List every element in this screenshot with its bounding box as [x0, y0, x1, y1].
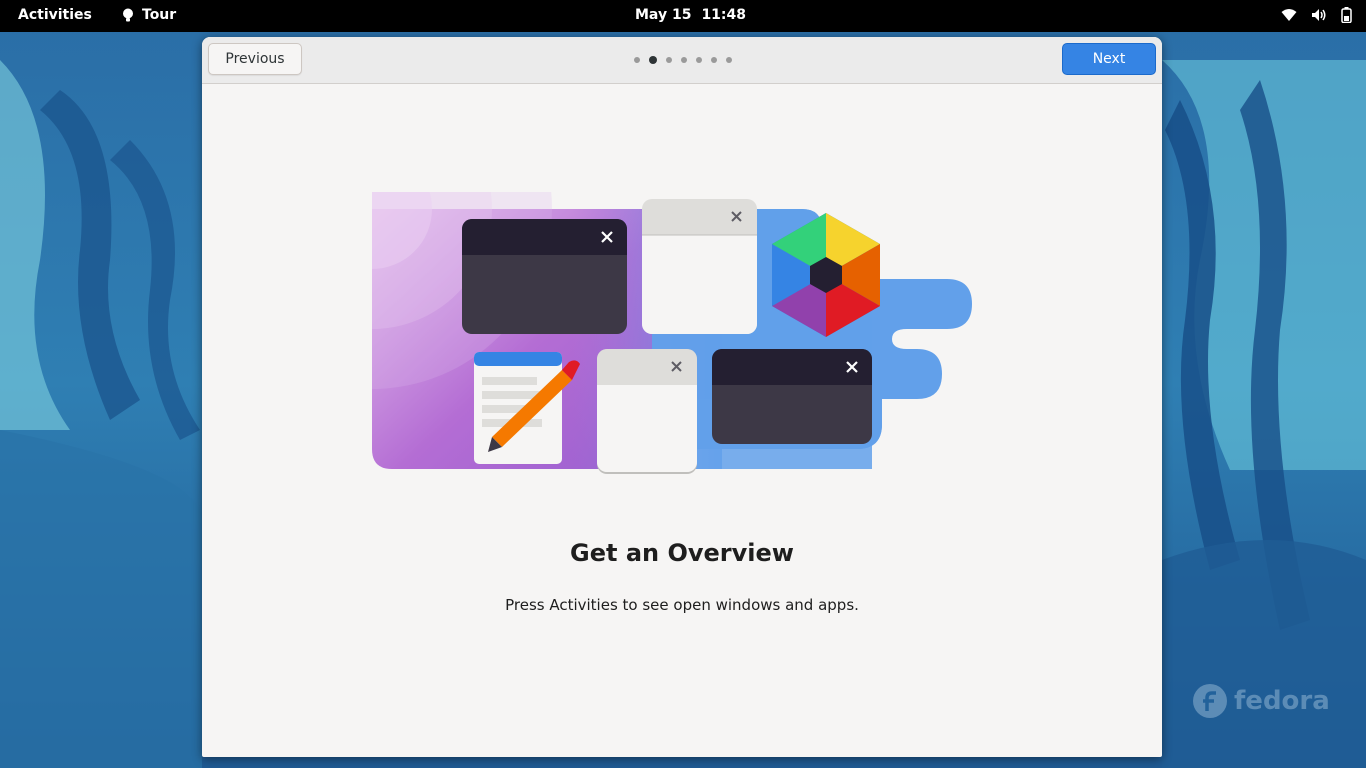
page-title: Get an Overview	[570, 539, 794, 567]
app-name: Tour	[142, 7, 177, 23]
page-dot-1	[634, 57, 640, 63]
system-tray[interactable]	[1281, 7, 1352, 23]
light-window-illustration	[642, 199, 757, 334]
small-light-window-illustration	[597, 349, 697, 474]
app-menu[interactable]: Tour	[122, 7, 176, 23]
dark-window-illustration	[462, 219, 627, 334]
fedora-logo-icon	[1193, 684, 1227, 718]
header-bar: Previous Next	[202, 37, 1162, 84]
page-dot-4	[681, 57, 687, 63]
battery-icon[interactable]	[1341, 7, 1352, 23]
fedora-watermark: fedora	[1192, 683, 1330, 719]
clock-time: 11:48	[701, 7, 747, 23]
previous-button[interactable]: Previous	[208, 43, 302, 75]
volume-icon[interactable]	[1311, 8, 1327, 22]
tour-window: Previous Next Get an Overview Press Acti…	[202, 37, 1162, 757]
clock[interactable]: May 15 11:48	[635, 7, 746, 23]
next-button[interactable]: Next	[1062, 43, 1156, 75]
wifi-icon[interactable]	[1281, 8, 1297, 22]
lightbulb-icon	[122, 8, 134, 23]
clock-date: May 15	[635, 7, 692, 23]
top-bar: Activities Tour May 15 11:48	[0, 0, 1366, 32]
dark-window-bottom-illustration	[712, 349, 872, 444]
page-dot-3	[666, 57, 672, 63]
fedora-wordmark: fedora	[1234, 686, 1330, 716]
page-dot-5	[696, 57, 702, 63]
activities-button[interactable]: Activities	[18, 7, 92, 23]
page-dot-6	[711, 57, 717, 63]
overview-illustration	[372, 192, 972, 474]
page-dot-7	[726, 57, 732, 63]
page-dot-2	[649, 56, 657, 64]
page-description: Press Activities to see open windows and…	[505, 596, 859, 614]
page-indicator	[634, 56, 732, 64]
